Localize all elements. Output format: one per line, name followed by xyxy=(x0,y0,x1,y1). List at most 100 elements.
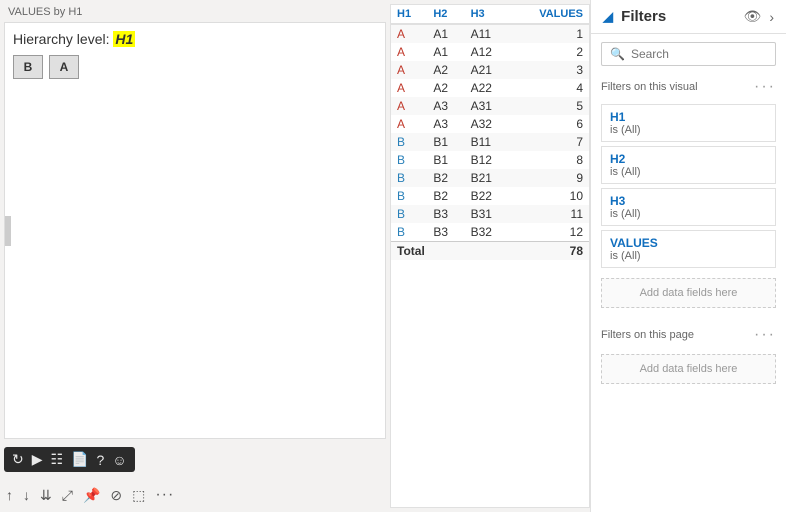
filter-card-title: H1 xyxy=(610,110,767,124)
cell-value: 12 xyxy=(511,223,589,242)
cell-h2: B2 xyxy=(427,169,464,187)
cell-value: 10 xyxy=(511,187,589,205)
col-header-values: VALUES xyxy=(511,5,589,24)
cell-h2: B1 xyxy=(427,151,464,169)
smiley-icon[interactable]: ☺ xyxy=(112,452,126,468)
filter-funnel-icon: ◢ xyxy=(603,9,613,24)
total-row: Total78 xyxy=(391,242,589,261)
filters-header-icons: 👁 › xyxy=(744,8,774,25)
cell-h1: A xyxy=(391,61,427,79)
frame-action-icon[interactable]: ⬚ xyxy=(132,487,145,504)
filters-panel: ◢ Filters 👁 › 🔍 Filters on this visual ·… xyxy=(590,0,786,512)
cell-h2: A3 xyxy=(427,97,464,115)
pin-icon[interactable]: 📌 xyxy=(83,487,100,504)
cell-h3: A22 xyxy=(465,79,512,97)
search-icon: 🔍 xyxy=(610,47,625,61)
filter-card-title: H2 xyxy=(610,152,767,166)
hierarchy-label: Hierarchy level: H1 xyxy=(13,31,377,47)
cell-value: 3 xyxy=(511,61,589,79)
expand-icon[interactable]: ⤢ xyxy=(62,487,73,504)
filters-on-page-label: Filters on this page ··· xyxy=(591,322,786,348)
add-data-page-button[interactable]: Add data fields here xyxy=(601,354,776,384)
cell-h2: B3 xyxy=(427,223,464,242)
cell-h2: A2 xyxy=(427,61,464,79)
filter-card[interactable]: H2is (All) xyxy=(601,146,776,184)
filter-card[interactable]: H3is (All) xyxy=(601,188,776,226)
total-value: 78 xyxy=(511,242,589,261)
data-table: H1 H2 H3 VALUES AA1A111AA1A122AA2A213AA2… xyxy=(391,5,589,260)
table-icon[interactable]: ☷ xyxy=(51,451,64,468)
cell-h1: B xyxy=(391,151,427,169)
col-header-h2: H2 xyxy=(427,5,464,24)
eye-icon[interactable]: 👁 xyxy=(744,8,762,25)
cell-h1: B xyxy=(391,187,427,205)
cell-h3: B12 xyxy=(465,151,512,169)
table-row: BB2B2210 xyxy=(391,187,589,205)
double-down-icon[interactable]: ⇊ xyxy=(40,487,52,504)
filters-on-page-section: Filters on this page ··· Add data fields… xyxy=(591,322,786,390)
drill-button-a[interactable]: A xyxy=(49,55,79,79)
cell-h1: B xyxy=(391,223,427,242)
table-row: AA1A111 xyxy=(391,24,589,43)
cell-value: 8 xyxy=(511,151,589,169)
filters-title: ◢ Filters xyxy=(603,8,744,25)
cell-h2: A1 xyxy=(427,24,464,43)
filter-card-title: VALUES xyxy=(610,236,767,250)
cell-h1: B xyxy=(391,205,427,223)
cell-value: 1 xyxy=(511,24,589,43)
cell-value: 2 xyxy=(511,43,589,61)
filter-card[interactable]: H1is (All) xyxy=(601,104,776,142)
doc-icon[interactable]: 📄 xyxy=(71,451,88,468)
table-row: AA3A315 xyxy=(391,97,589,115)
cell-h3: B32 xyxy=(465,223,512,242)
visual-filters-more[interactable]: ··· xyxy=(754,78,776,96)
down-arrow-icon[interactable]: ↓ xyxy=(23,487,30,503)
more-action-icon[interactable]: ··· xyxy=(155,486,174,504)
up-arrow-icon[interactable]: ↑ xyxy=(6,487,13,503)
cell-value: 5 xyxy=(511,97,589,115)
filter-card-value: is (All) xyxy=(610,208,767,220)
button-row: B A xyxy=(13,55,377,79)
filter-card[interactable]: VALUESis (All) xyxy=(601,230,776,268)
col-header-h3: H3 xyxy=(465,5,512,24)
cell-h2: B2 xyxy=(427,187,464,205)
total-label: Total xyxy=(391,242,511,261)
filter-card-value: is (All) xyxy=(610,250,767,262)
filter-card-title: H3 xyxy=(610,194,767,208)
cell-h3: B22 xyxy=(465,187,512,205)
cell-h3: A11 xyxy=(465,24,512,43)
play-icon[interactable]: ▶ xyxy=(32,451,43,468)
cell-value: 6 xyxy=(511,115,589,133)
drill-button-b[interactable]: B xyxy=(13,55,43,79)
cell-h3: B11 xyxy=(465,133,512,151)
cell-value: 4 xyxy=(511,79,589,97)
table-panel: H1 H2 H3 VALUES AA1A111AA1A122AA2A213AA2… xyxy=(390,4,590,508)
filters-header: ◢ Filters 👁 › xyxy=(591,0,786,34)
cell-h2: A1 xyxy=(427,43,464,61)
cell-h3: A31 xyxy=(465,97,512,115)
filter-card-value: is (All) xyxy=(610,124,767,136)
cell-value: 7 xyxy=(511,133,589,151)
help-icon[interactable]: ? xyxy=(97,452,105,468)
filter-card-value: is (All) xyxy=(610,166,767,178)
search-input[interactable] xyxy=(631,47,767,61)
cell-h2: A2 xyxy=(427,79,464,97)
add-data-visual-button[interactable]: Add data fields here xyxy=(601,278,776,308)
reset-icon[interactable]: ↻ xyxy=(12,451,24,468)
cell-h3: A12 xyxy=(465,43,512,61)
cell-h2: B1 xyxy=(427,133,464,151)
chevron-right-icon[interactable]: › xyxy=(769,9,774,25)
filter-action-icon[interactable]: ⊘ xyxy=(110,487,122,504)
cell-h3: B31 xyxy=(465,205,512,223)
cell-h3: B21 xyxy=(465,169,512,187)
table-row: BB1B117 xyxy=(391,133,589,151)
cell-h3: A21 xyxy=(465,61,512,79)
table-row: BB3B3111 xyxy=(391,205,589,223)
cell-h1: B xyxy=(391,133,427,151)
cell-h1: B xyxy=(391,169,427,187)
page-filters-more[interactable]: ··· xyxy=(754,326,776,344)
cell-h1: A xyxy=(391,79,427,97)
filter-cards-visual: H1is (All)H2is (All)H3is (All)VALUESis (… xyxy=(591,100,786,272)
search-box: 🔍 xyxy=(601,42,776,66)
table-row: BB1B128 xyxy=(391,151,589,169)
